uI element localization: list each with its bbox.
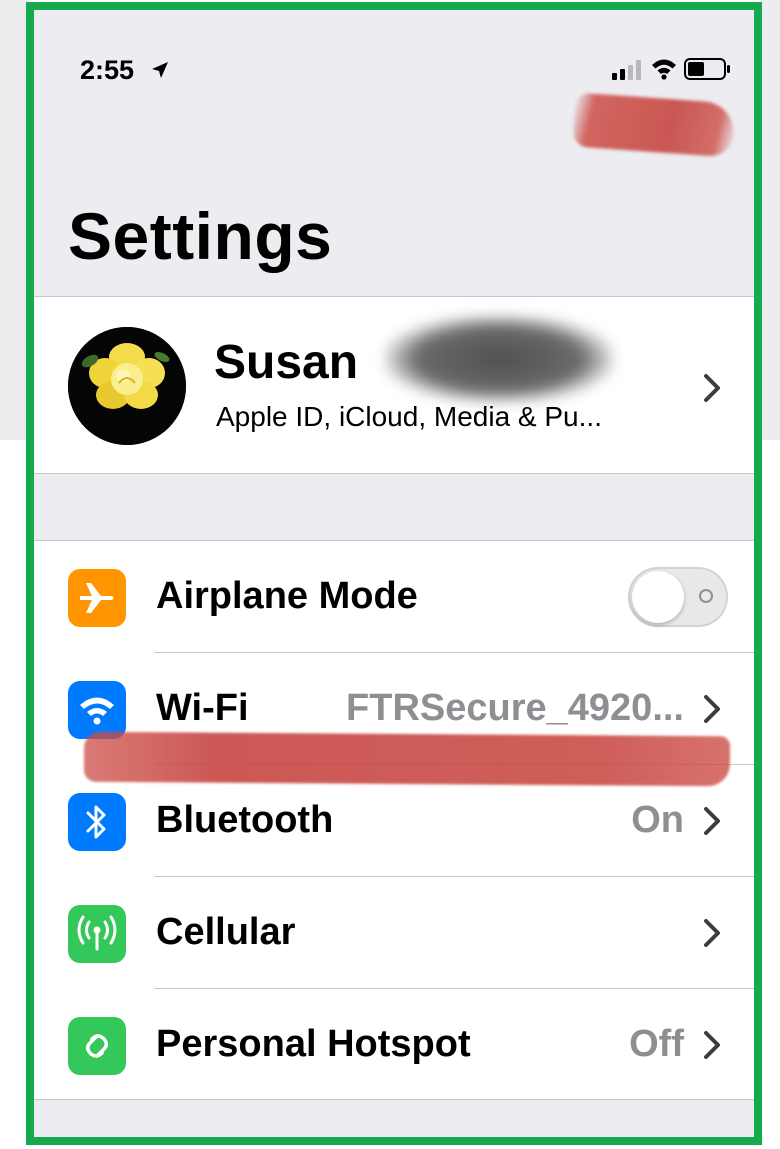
apple-id-row[interactable]: Susan Apple ID, iCloud, Media & Pu... [34, 296, 754, 474]
page-backdrop-left [0, 0, 28, 440]
hotspot-status: Off [629, 1023, 684, 1065]
toggle-knob [632, 571, 684, 623]
chevron-right-icon [704, 374, 720, 402]
wifi-icon [68, 681, 126, 739]
settings-row-cellular[interactable]: Cellular [34, 877, 754, 989]
avatar [68, 327, 186, 445]
settings-row-label: Wi-Fi [156, 687, 249, 729]
settings-row-label: Cellular [156, 911, 296, 953]
status-bar: 2:55 [34, 10, 754, 158]
redaction-mark [572, 92, 736, 158]
settings-row-personal-hotspot[interactable]: Personal Hotspot Off [34, 989, 754, 1101]
wifi-status-icon [652, 59, 676, 80]
status-time: 2:55 [80, 55, 135, 85]
chevron-right-icon [704, 695, 720, 723]
redaction-blur [384, 315, 614, 403]
profile-subtitle: Apple ID, iCloud, Media & Pu... [216, 401, 602, 432]
chevron-right-icon [704, 919, 720, 947]
chevron-right-icon [704, 1031, 720, 1059]
page-backdrop-right [760, 0, 780, 440]
settings-row-label: Personal Hotspot [156, 1023, 471, 1065]
airplane-mode-toggle[interactable] [628, 567, 728, 627]
bluetooth-icon [68, 793, 126, 851]
chevron-right-icon [704, 807, 720, 835]
settings-row-airplane-mode[interactable]: Airplane Mode [34, 541, 754, 653]
cellular-signal-icon [612, 60, 641, 80]
bluetooth-status: On [631, 799, 684, 841]
battery-icon [684, 58, 730, 80]
connectivity-settings-list: Airplane Mode Wi-Fi FTRSecure_4920... Bl… [34, 540, 754, 1100]
phone-screen: 2:55 Settings Susan Apple ID, iCloud, Me… [26, 2, 762, 1145]
airplane-icon [68, 569, 126, 627]
location-arrow-icon [152, 62, 168, 78]
settings-row-label: Bluetooth [156, 799, 334, 841]
settings-row-label: Airplane Mode [156, 575, 418, 617]
cellular-icon [68, 905, 126, 963]
redaction-mark [83, 731, 731, 787]
profile-name: Susan [214, 336, 359, 389]
hotspot-icon [68, 1017, 126, 1075]
toggle-off-indicator [699, 589, 713, 603]
wifi-network-name: FTRSecure_4920... [346, 687, 684, 729]
page-title: Settings [68, 199, 333, 273]
flower-photo-icon [68, 327, 186, 445]
